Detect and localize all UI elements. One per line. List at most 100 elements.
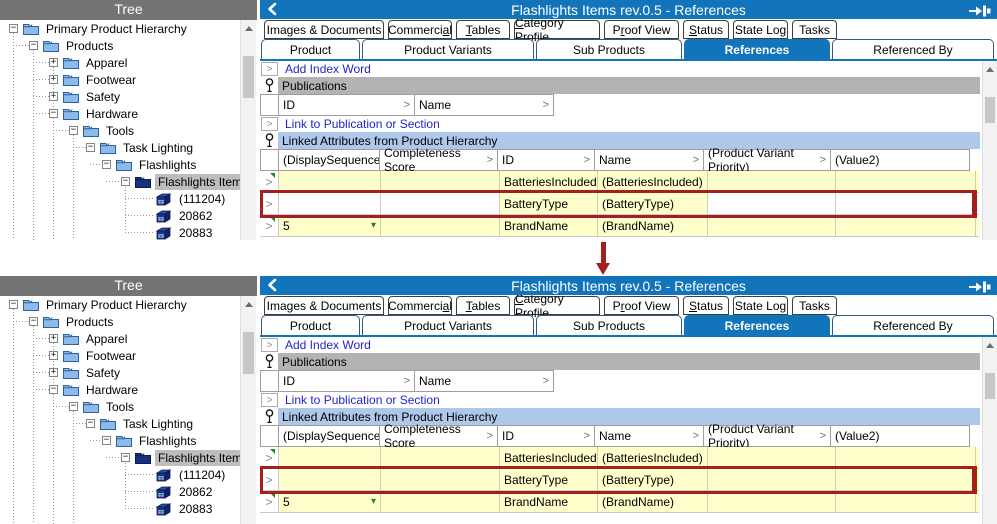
data-cell-name[interactable]: (BatteryType) xyxy=(598,193,708,214)
tree-item-apparel[interactable]: +Apparel xyxy=(0,54,238,71)
tab-sub-products[interactable]: Sub Products xyxy=(536,315,682,335)
tree-item-flashlights[interactable]: −Flashlights xyxy=(0,156,238,173)
data-cell-displaysequence[interactable] xyxy=(279,193,381,214)
dropdown-arrow-icon[interactable]: ▾ xyxy=(371,220,376,231)
tab-tasks[interactable]: Tasks xyxy=(792,20,837,39)
sort-arrow-icon[interactable]: > xyxy=(816,430,826,442)
tab-tasks[interactable]: Tasks xyxy=(792,296,837,315)
tab-state-log[interactable]: State Log xyxy=(733,296,788,315)
tree-item-products[interactable]: −Products xyxy=(0,37,238,54)
tree-scrollbar[interactable] xyxy=(240,20,256,240)
back-chevron-button[interactable] xyxy=(266,278,278,297)
expander-minus-icon[interactable]: − xyxy=(121,177,130,186)
tree-item-apparel[interactable]: +Apparel xyxy=(0,330,238,347)
tree-item-20883[interactable]: 20883 xyxy=(0,224,238,240)
section-pin-icon[interactable] xyxy=(260,408,278,425)
tree-item-products[interactable]: −Products xyxy=(0,313,238,330)
expander-plus-icon[interactable]: + xyxy=(49,368,58,377)
tree-item-task-lighting[interactable]: −Task Lighting xyxy=(0,415,238,432)
column-header-id[interactable]: ID> xyxy=(278,370,415,392)
column-header-value2[interactable]: (Value2) xyxy=(830,425,970,447)
data-cell-completeness-score[interactable] xyxy=(381,171,500,192)
scroll-up-arrow-icon[interactable] xyxy=(241,296,256,312)
row-expand-button[interactable]: > xyxy=(261,62,278,76)
scroll-up-arrow-icon[interactable] xyxy=(983,337,997,353)
back-chevron-button[interactable] xyxy=(266,2,278,21)
expander-minus-icon[interactable]: − xyxy=(69,126,78,135)
data-cell-displaysequence[interactable]: 5▾ xyxy=(279,215,381,236)
row-selector[interactable]: > xyxy=(260,447,279,468)
tab-tables[interactable]: Tables xyxy=(456,296,510,315)
row-expand-button[interactable]: > xyxy=(261,338,278,352)
row-selector[interactable]: > xyxy=(260,491,279,512)
sort-arrow-icon[interactable]: > xyxy=(400,99,410,111)
tab-category-profile[interactable]: Category Profile xyxy=(514,20,600,39)
data-cell-name[interactable]: (BatteriesIncluded) xyxy=(598,171,708,192)
expander-minus-icon[interactable]: − xyxy=(29,317,38,326)
tree-item-flashlights-items[interactable]: −Flashlights Items xyxy=(0,173,238,190)
data-cell-value2[interactable] xyxy=(836,447,976,468)
tab-images-documents[interactable]: Images & Documents xyxy=(264,20,384,39)
tab-state-log[interactable]: State Log xyxy=(733,20,788,39)
pin-button[interactable] xyxy=(969,280,991,298)
tree-scrollbar-thumb[interactable] xyxy=(243,56,254,98)
sort-arrow-icon[interactable]: > xyxy=(689,430,699,442)
tab-status[interactable]: Status xyxy=(683,20,729,39)
tab-commercial[interactable]: Commercial xyxy=(388,296,452,315)
sort-arrow-icon[interactable]: > xyxy=(580,430,590,442)
sort-arrow-icon[interactable]: > xyxy=(816,154,826,166)
row-selector[interactable]: > xyxy=(260,193,279,214)
column-header-id[interactable]: ID> xyxy=(497,149,595,171)
expander-minus-icon[interactable]: − xyxy=(49,109,58,118)
data-cell-id[interactable]: BrandName xyxy=(500,215,598,236)
pin-button[interactable] xyxy=(969,4,991,22)
column-header-name[interactable]: Name> xyxy=(594,149,704,171)
data-cell-name[interactable]: (BatteriesIncluded) xyxy=(598,447,708,468)
scroll-up-arrow-icon[interactable] xyxy=(241,20,256,36)
data-cell-value2[interactable] xyxy=(836,215,976,236)
data-cell-id[interactable]: BrandName xyxy=(500,491,598,512)
tree-item-task-lighting[interactable]: −Task Lighting xyxy=(0,139,238,156)
data-cell-name[interactable]: (BrandName) xyxy=(598,491,708,512)
tree-item-primary-product-hierarchy[interactable]: −Primary Product Hierarchy xyxy=(0,296,238,313)
tree-item-111204[interactable]: (111204) xyxy=(0,190,238,207)
data-cell-completeness-score[interactable] xyxy=(381,215,500,236)
column-header-name[interactable]: Name> xyxy=(414,370,554,392)
column-header-completeness-score[interactable]: Completeness Score> xyxy=(379,425,498,447)
expander-minus-icon[interactable]: − xyxy=(102,160,111,169)
expander-minus-icon[interactable]: − xyxy=(69,402,78,411)
expander-plus-icon[interactable]: + xyxy=(49,58,58,67)
tab-product[interactable]: Product xyxy=(261,39,360,59)
tab-proof-view[interactable]: Proof View xyxy=(604,296,679,315)
tree-item-footwear[interactable]: +Footwear xyxy=(0,347,238,364)
expander-plus-icon[interactable]: + xyxy=(49,92,58,101)
row-expand-button[interactable]: > xyxy=(261,117,278,131)
tree-item-tools[interactable]: −Tools xyxy=(0,398,238,415)
expander-minus-icon[interactable]: − xyxy=(29,41,38,50)
scroll-up-arrow-icon[interactable] xyxy=(983,61,997,77)
tree-item-111204[interactable]: (111204) xyxy=(0,466,238,483)
data-cell-product-variant-priority[interactable] xyxy=(708,193,836,214)
expander-plus-icon[interactable]: + xyxy=(49,351,58,360)
sort-arrow-icon[interactable]: > xyxy=(483,154,493,166)
detail-scrollbar-thumb[interactable] xyxy=(985,97,995,123)
add-index-word-link[interactable]: Add Index Word xyxy=(285,62,371,76)
tree-item-flashlights[interactable]: −Flashlights xyxy=(0,432,238,449)
expander-minus-icon[interactable]: − xyxy=(9,300,18,309)
tab-commercial[interactable]: Commercial xyxy=(388,20,452,39)
detail-scrollbar-thumb[interactable] xyxy=(985,373,995,399)
tab-product-variants[interactable]: Product Variants xyxy=(362,315,534,335)
sort-arrow-icon[interactable]: > xyxy=(483,430,493,442)
expander-plus-icon[interactable]: + xyxy=(49,334,58,343)
tree-item-tools[interactable]: −Tools xyxy=(0,122,238,139)
column-header-completeness-score[interactable]: Completeness Score> xyxy=(379,149,498,171)
data-cell-id[interactable]: BatteryType xyxy=(500,469,598,490)
data-cell-displaysequence[interactable] xyxy=(279,469,381,490)
sort-arrow-icon[interactable]: > xyxy=(539,99,549,111)
data-cell-displaysequence[interactable] xyxy=(279,447,381,468)
data-cell-displaysequence[interactable] xyxy=(279,171,381,192)
expander-minus-icon[interactable]: − xyxy=(9,24,18,33)
expander-minus-icon[interactable]: − xyxy=(86,419,95,428)
section-pin-icon[interactable] xyxy=(260,132,278,149)
tab-referenced-by[interactable]: Referenced By xyxy=(832,39,994,59)
